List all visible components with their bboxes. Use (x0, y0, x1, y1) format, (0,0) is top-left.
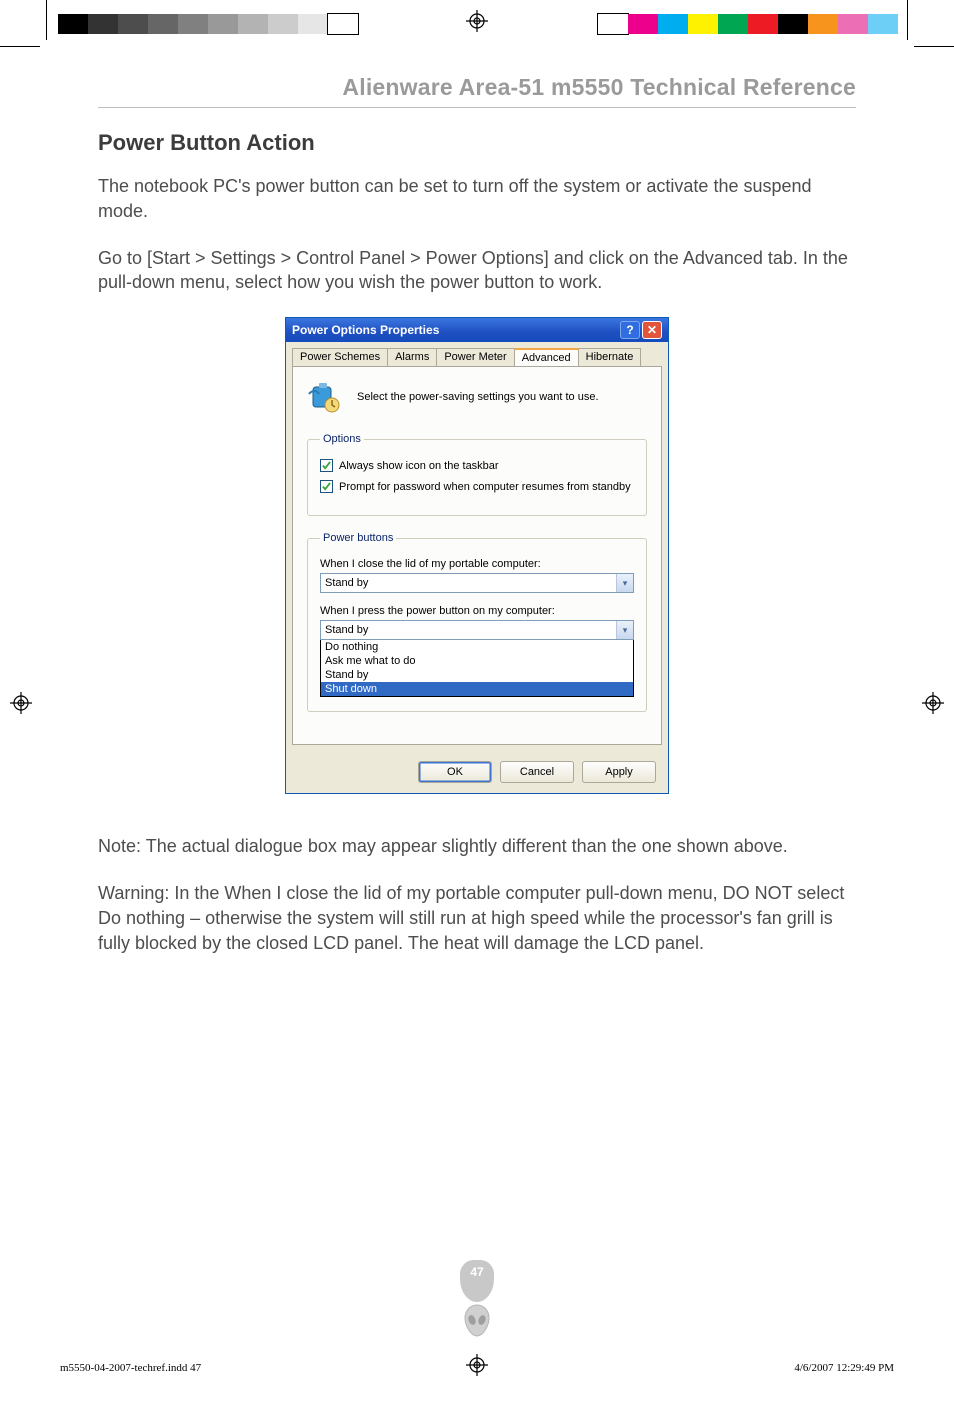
lid-close-select[interactable]: Stand by ▾ (320, 573, 634, 593)
crop-mark (0, 46, 40, 47)
color-swatch (328, 14, 358, 34)
imprint-footer: m5550-04-2007-techref.indd 47 4/6/2007 1… (60, 1362, 894, 1374)
apply-button[interactable]: Apply (582, 761, 656, 783)
crop-mark (46, 0, 47, 40)
lid-close-label: When I close the lid of my portable comp… (320, 558, 634, 570)
checkbox-label: Prompt for password when computer resume… (339, 481, 631, 493)
dropdown-option[interactable]: Do nothing (321, 640, 633, 654)
options-legend: Options (320, 433, 364, 445)
color-swatch (268, 14, 298, 34)
imprint-filename: m5550-04-2007-techref.indd 47 (60, 1362, 201, 1374)
body-paragraph: Go to [Start > Settings > Control Panel … (98, 246, 856, 296)
color-swatch (298, 14, 328, 34)
body-paragraph: The notebook PC's power button can be se… (98, 174, 856, 224)
tab-power-meter[interactable]: Power Meter (436, 348, 514, 366)
color-swatch (238, 14, 268, 34)
color-swatch (208, 14, 238, 34)
crop-mark (914, 46, 954, 47)
registration-mark-icon (466, 10, 488, 32)
chevron-down-icon: ▾ (616, 621, 633, 639)
color-swatch (58, 14, 88, 34)
color-swatch (178, 14, 208, 34)
power-button-value: Stand by (325, 624, 368, 636)
page-number: 47 (470, 1265, 483, 1279)
titlebar-close-button[interactable]: ✕ (642, 321, 662, 339)
power-buttons-legend: Power buttons (320, 532, 396, 544)
color-swatch (658, 14, 688, 34)
tab-power-schemes[interactable]: Power Schemes (292, 348, 388, 366)
color-swatch (748, 14, 778, 34)
cancel-button[interactable]: Cancel (500, 761, 574, 783)
crop-mark (907, 0, 908, 40)
color-swatch (778, 14, 808, 34)
document-header: Alienware Area-51 m5550 Technical Refere… (98, 74, 856, 108)
battery-icon (307, 379, 343, 415)
section-title: Power Button Action (98, 130, 856, 156)
tab-alarms[interactable]: Alarms (387, 348, 437, 366)
password-prompt-checkbox[interactable] (320, 480, 333, 493)
titlebar-help-button[interactable]: ? (620, 321, 640, 339)
dialog-tabs: Power SchemesAlarmsPower MeterAdvancedHi… (292, 348, 662, 366)
note-paragraph: Note: The actual dialogue box may appear… (98, 834, 856, 859)
tab-advanced[interactable]: Advanced (514, 348, 579, 366)
dropdown-option[interactable]: Shut down (321, 682, 633, 696)
color-swatch (118, 14, 148, 34)
color-swatch (628, 14, 658, 34)
power-button-label: When I press the power button on my comp… (320, 605, 634, 617)
color-swatch (688, 14, 718, 34)
page-number-badge: 47 (452, 1260, 502, 1338)
power-options-dialog: Power Options Properties ? ✕ Power Schem… (285, 317, 669, 794)
lid-close-value: Stand by (325, 577, 368, 589)
color-swatch (868, 14, 898, 34)
registration-mark-icon (922, 692, 944, 714)
tab-hibernate[interactable]: Hibernate (578, 348, 642, 366)
registration-mark-icon (10, 692, 32, 714)
imprint-timestamp: 4/6/2007 12:29:49 PM (794, 1362, 894, 1374)
color-swatch (718, 14, 748, 34)
dropdown-option[interactable]: Ask me what to do (321, 654, 633, 668)
chevron-down-icon: ▾ (616, 574, 633, 592)
color-swatch (808, 14, 838, 34)
taskbar-icon-checkbox[interactable] (320, 459, 333, 472)
checkbox-label: Always show icon on the taskbar (339, 460, 499, 472)
dropdown-option[interactable]: Stand by (321, 668, 633, 682)
dialog-intro: Select the power-saving settings you wan… (357, 391, 599, 403)
color-swatch (598, 14, 628, 34)
color-swatch (838, 14, 868, 34)
color-swatch (88, 14, 118, 34)
ok-button[interactable]: OK (418, 761, 492, 783)
power-button-select[interactable]: Stand by ▾ (320, 620, 634, 640)
dialog-titlebar: Power Options Properties ? ✕ (286, 318, 668, 342)
warning-paragraph: Warning: In the When I close the lid of … (98, 881, 856, 955)
power-buttons-group: Power buttons When I close the lid of my… (307, 532, 647, 712)
color-swatch (148, 14, 178, 34)
dialog-title: Power Options Properties (292, 323, 439, 337)
power-button-dropdown-list[interactable]: Do nothingAsk me what to doStand byShut … (320, 640, 634, 697)
alienware-logo-icon (462, 1304, 492, 1338)
options-group: Options Always show icon on the taskbar … (307, 433, 647, 516)
